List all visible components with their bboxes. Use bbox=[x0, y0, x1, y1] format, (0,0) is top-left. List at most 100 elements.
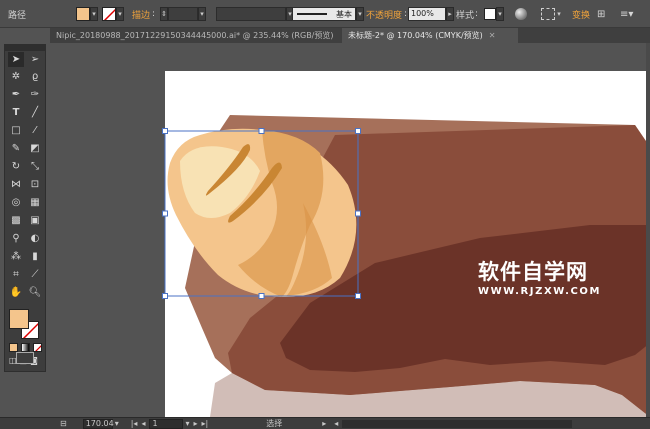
width-tool-icon[interactable]: ⋈ bbox=[8, 177, 24, 192]
handle-nw[interactable] bbox=[162, 128, 168, 134]
control-bar: 路径 ▾ ▾ 描边: ⇕ ▾ ▾ 基本 ▾ 不透明度: 100% ▸ 样式: ▾ bbox=[0, 0, 650, 28]
handle-n[interactable] bbox=[258, 128, 265, 134]
handle-e[interactable] bbox=[355, 210, 361, 217]
stroke-swatch[interactable] bbox=[102, 7, 116, 21]
magic-wand-tool-icon[interactable]: ✲ bbox=[8, 69, 24, 84]
stroke-dropdown[interactable]: ▾ bbox=[116, 7, 124, 21]
scroll-left-button[interactable]: ◂ bbox=[334, 419, 338, 428]
curvature-tool-icon[interactable]: ✑ bbox=[27, 87, 43, 102]
direct-selection-tool-icon[interactable]: ➢ bbox=[27, 52, 43, 67]
status-mode: 选择 bbox=[266, 419, 283, 428]
rotate-tool-icon[interactable]: ↻ bbox=[8, 159, 24, 174]
eyedropper-tool-icon[interactable]: ⚲ bbox=[8, 231, 24, 246]
stroke-weight-field[interactable] bbox=[168, 7, 198, 21]
panel-grip[interactable] bbox=[5, 45, 45, 51]
watermark-title: 软件自学网 bbox=[478, 260, 588, 284]
blend-tool-icon[interactable]: ◐ bbox=[27, 231, 43, 246]
none-icon bbox=[35, 345, 41, 351]
handle-ne[interactable] bbox=[355, 128, 361, 134]
zoom-tool-icon[interactable]: 🔍︎ bbox=[27, 285, 43, 300]
handle-s[interactable] bbox=[258, 293, 265, 299]
pencil-tool-icon[interactable]: ✎ bbox=[8, 141, 24, 156]
brush-stroke-preview bbox=[297, 13, 327, 15]
prev-artboard-button[interactable]: ◂ bbox=[141, 419, 145, 428]
eraser-tool-icon[interactable]: ◩ bbox=[27, 141, 43, 156]
hand-tool-icon[interactable]: ✋ bbox=[8, 285, 24, 300]
brush-field[interactable]: 基本 bbox=[292, 7, 356, 21]
artboard-nav-icon[interactable]: ⊟ bbox=[60, 419, 67, 428]
handle-sw[interactable] bbox=[162, 293, 168, 299]
isolate-icon[interactable]: ⊞ bbox=[597, 9, 605, 20]
color-mode-row bbox=[9, 343, 42, 352]
free-transform-tool-icon[interactable]: ⊡ bbox=[27, 177, 43, 192]
style-label: 样式 bbox=[456, 10, 475, 21]
last-artboard-button[interactable]: ▸| bbox=[201, 419, 208, 428]
panel-menu-icon[interactable]: ≡▾ bbox=[620, 9, 633, 20]
color-button[interactable] bbox=[9, 343, 18, 352]
tab-untitled-2[interactable]: 未标题-2* @ 170.04% (CMYK/预览) ✕ bbox=[342, 28, 518, 43]
watermark-url: WWW.RJZXW.COM bbox=[478, 286, 602, 297]
artboard-tool-icon[interactable]: ⌗ bbox=[8, 267, 24, 282]
symbol-sprayer-tool-icon[interactable]: ⁂ bbox=[8, 249, 24, 264]
artboard-number-field[interactable]: 1 bbox=[149, 418, 184, 429]
paintbrush-tool-icon[interactable]: ⁄ bbox=[27, 123, 43, 138]
fill-swatch[interactable] bbox=[76, 7, 90, 21]
rectangle-tool-icon[interactable]: □ bbox=[8, 123, 24, 138]
none-button[interactable] bbox=[33, 343, 42, 352]
horizontal-scrollbar[interactable] bbox=[342, 419, 573, 428]
stroke-weight-dropdown[interactable]: ▾ bbox=[198, 7, 206, 21]
artwork bbox=[162, 115, 650, 417]
perspective-grid-tool-icon[interactable]: ▦ bbox=[27, 195, 43, 210]
canvas-area[interactable] bbox=[50, 43, 650, 417]
vertical-scrollbar[interactable] bbox=[646, 43, 650, 417]
align-dropdown[interactable]: ▾ bbox=[555, 7, 563, 21]
brush-label: 基本 bbox=[336, 10, 352, 19]
screen-mode-icon[interactable] bbox=[16, 352, 34, 364]
watermark: 软件自学网 WWW.RJZXW.COM bbox=[478, 260, 601, 297]
no-stroke-icon bbox=[103, 8, 115, 20]
mesh-tool-icon[interactable]: ▩ bbox=[8, 213, 24, 228]
status-menu-icon[interactable]: ▸ bbox=[322, 419, 326, 428]
zoom-dropdown[interactable]: ▾ bbox=[115, 419, 119, 428]
fill-color-box[interactable] bbox=[9, 309, 29, 329]
opacity-field[interactable]: 100% bbox=[408, 7, 446, 21]
fill-stroke-widget[interactable] bbox=[9, 309, 43, 341]
opacity-label[interactable]: 不透明度 bbox=[366, 8, 402, 21]
artboard-dropdown[interactable]: ▾ bbox=[185, 419, 189, 428]
first-artboard-button[interactable]: |◂ bbox=[131, 419, 138, 428]
opacity-dropdown[interactable]: ▸ bbox=[446, 7, 454, 21]
type-tool-icon[interactable]: T bbox=[8, 105, 24, 120]
gradient-button[interactable] bbox=[21, 343, 30, 352]
close-icon[interactable]: ✕ bbox=[489, 31, 496, 40]
lasso-tool-icon[interactable]: ϱ bbox=[27, 69, 43, 84]
brush-dropdown[interactable]: ▾ bbox=[356, 7, 364, 21]
next-artboard-button[interactable]: ▸ bbox=[193, 419, 197, 428]
align-icon[interactable] bbox=[541, 8, 555, 20]
fill-dropdown[interactable]: ▾ bbox=[90, 7, 98, 21]
handle-w[interactable] bbox=[162, 210, 168, 217]
line-tool-icon[interactable]: ╱ bbox=[27, 105, 43, 120]
handle-se[interactable] bbox=[355, 293, 361, 299]
stroke-weight-stepper[interactable]: ⇕ bbox=[160, 7, 168, 21]
graphic-style-swatch[interactable] bbox=[484, 8, 496, 20]
graphic-style-dropdown[interactable]: ▾ bbox=[496, 7, 504, 21]
variable-width-field[interactable] bbox=[216, 7, 286, 21]
column-graph-tool-icon[interactable]: ▮ bbox=[27, 249, 43, 264]
object-type-label: 路径 bbox=[8, 10, 27, 21]
close-icon[interactable]: ✕ bbox=[340, 31, 341, 40]
document-tab-bar: Nipic_20180988_20171229150344445000.ai* … bbox=[50, 28, 650, 43]
scale-tool-icon[interactable]: ⤡ bbox=[27, 159, 43, 174]
stroke-label[interactable]: 描边 bbox=[132, 8, 150, 21]
gradient-tool-icon[interactable]: ▣ bbox=[27, 213, 43, 228]
recolor-artwork-icon[interactable] bbox=[515, 8, 527, 20]
pen-tool-icon[interactable]: ✒ bbox=[8, 87, 24, 102]
slice-tool-icon[interactable]: ⟋ bbox=[27, 267, 43, 282]
tab-label: 未标题-2* @ 170.04% (CMYK/预览) bbox=[348, 31, 483, 40]
tab-nipic-document[interactable]: Nipic_20180988_20171229150344445000.ai* … bbox=[50, 28, 340, 43]
shape-builder-tool-icon[interactable]: ◎ bbox=[8, 195, 24, 210]
status-bar: ⊟ 170.04 ▾ |◂ ◂ 1 ▾ ▸ ▸| 选择 ▸ ◂ bbox=[0, 417, 650, 429]
tab-label: Nipic_20180988_20171229150344445000.ai* … bbox=[56, 31, 334, 40]
selection-tool-icon[interactable]: ➤ bbox=[8, 52, 24, 67]
zoom-field[interactable]: 170.04 bbox=[82, 418, 114, 429]
transform-link[interactable]: 变换 bbox=[572, 8, 590, 21]
